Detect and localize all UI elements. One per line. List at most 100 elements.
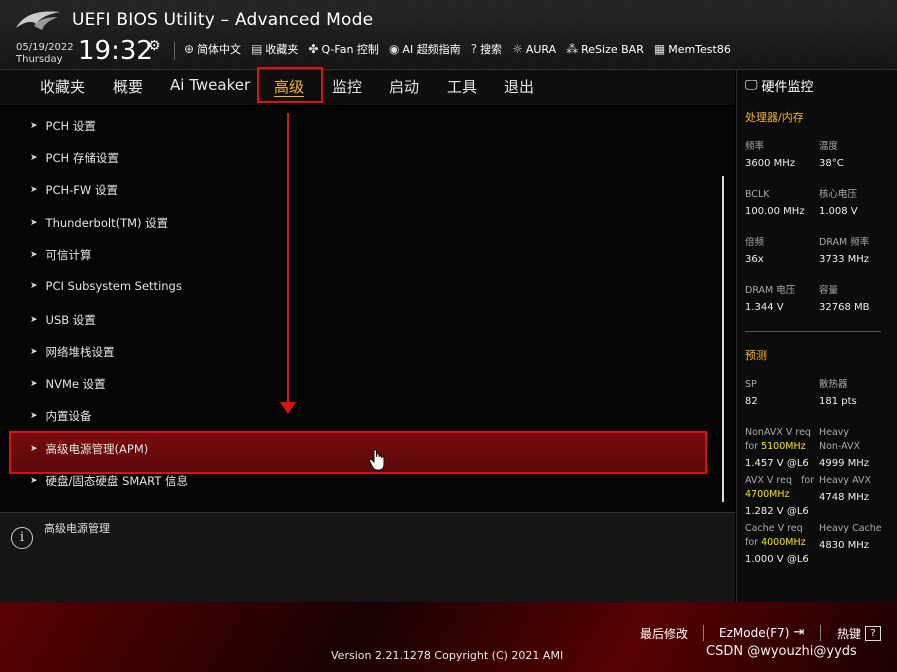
exit-arrow-icon: ⇥ — [793, 625, 805, 640]
menu-item-nvme[interactable]: ➤ NVMe 设置 — [30, 376, 106, 392]
menu-item-label: 内置设备 — [45, 409, 92, 423]
aura-button[interactable]: ☼ AURA — [512, 42, 556, 56]
resize-bar-label: ReSize BAR — [581, 42, 644, 56]
menu-item-label: Thunderbolt(TM) 设置 — [45, 216, 169, 230]
ai-overclock-icon: ◉ — [388, 42, 400, 56]
chevron-right-icon: ➤ — [30, 153, 38, 163]
memtest-button[interactable]: ▦ MemTest86 — [654, 42, 731, 56]
tab-exit[interactable]: 退出 — [504, 76, 534, 97]
core-voltage-label: 核心电压 — [819, 189, 858, 200]
chevron-right-icon: ➤ — [30, 315, 38, 325]
bclk-value: 100.00 MHz — [745, 206, 805, 217]
nonavx-value: 1.457 V @L6 — [745, 458, 809, 469]
version-text: Version 2.21.1278 Copyright (C) 2021 AMI — [331, 649, 564, 662]
gear-icon[interactable]: ⚙ — [148, 38, 161, 54]
tab-tool[interactable]: 工具 — [447, 76, 477, 97]
avx-for: for — [801, 475, 815, 486]
heavy-nonavx-value: 4999 MHz — [819, 458, 870, 469]
menu-item-onboard-devices[interactable]: ➤ 内置设备 — [30, 408, 92, 424]
tab-favorites[interactable]: 收藏夹 — [40, 76, 85, 97]
language-button[interactable]: ⊕ 简体中文 — [184, 41, 241, 57]
chevron-right-icon: ➤ — [30, 121, 38, 131]
watermark-text: CSDN @wyouzhi@yyds — [706, 644, 857, 659]
tab-monitor[interactable]: 监控 — [332, 76, 362, 97]
menu-item-smart-info[interactable]: ➤ 硬盘/固态硬盘 SMART 信息 — [30, 473, 188, 489]
menu-item-label: 硬盘/固态硬盘 SMART 信息 — [45, 474, 188, 488]
ai-overclock-label: AI 超频指南 — [402, 43, 461, 56]
aura-label: AURA — [525, 42, 557, 56]
dram-freq-value: 3733 MHz — [819, 254, 870, 265]
day-text: Thursday — [16, 54, 63, 65]
help-search-icon: ? — [470, 42, 478, 56]
menu-item-network-stack[interactable]: ➤ 网络堆栈设置 — [30, 344, 115, 360]
chevron-right-icon: ➤ — [30, 347, 38, 357]
cooler-value: 181 pts — [819, 396, 857, 407]
dram-freq-label: DRAM 频率 — [819, 237, 870, 248]
search-button[interactable]: ? 搜索 — [471, 41, 502, 57]
heavy-cache-label: Heavy Cache — [819, 523, 882, 534]
chevron-right-icon: ➤ — [30, 281, 38, 291]
menu-item-label: PCH 设置 — [45, 119, 96, 133]
header-divider — [174, 42, 175, 60]
nonavx-for-line: for 5100MHz — [745, 439, 806, 455]
resize-bar-button[interactable]: ⁂ ReSize BAR — [566, 42, 644, 56]
heavy-cache-value: 4830 MHz — [819, 540, 870, 551]
sp-label: SP — [745, 379, 757, 390]
monitor-icon: 🖵 — [745, 78, 758, 93]
question-key-icon: ? — [865, 626, 882, 641]
menu-item-pch[interactable]: ➤ PCH 设置 — [30, 118, 96, 134]
ratio-value: 36x — [745, 254, 764, 265]
tab-ai-tweaker[interactable]: Ai Tweaker — [170, 76, 250, 94]
tab-overview[interactable]: 概要 — [113, 76, 143, 97]
last-modified-button[interactable]: 最后修改 — [640, 625, 688, 642]
hotkeys-button[interactable]: 热键? — [837, 625, 882, 642]
cpu-freq-value: 3600 MHz — [745, 158, 796, 169]
menu-item-pch-storage[interactable]: ➤ PCH 存储设置 — [30, 150, 119, 166]
memtest-icon: ▦ — [653, 42, 666, 56]
cpu-temp-value: 38°C — [819, 158, 844, 169]
hw-monitor-title: 🖵 硬件监控 — [745, 76, 814, 95]
cache-for-line: for 4000MHz — [745, 535, 806, 551]
toolbar: ⊕ 简体中文 ▤ 收藏夹 ✤ Q-Fan 控制 ◉ AI 超频指南 ? 搜索 ☼ AURA … — [184, 41, 731, 57]
resize-bar-icon: ⁂ — [566, 42, 579, 56]
search-label: 搜索 — [480, 43, 503, 56]
favorites-icon: ▤ — [251, 42, 263, 56]
cooler-label: 散热器 — [819, 379, 848, 390]
help-text: 高级电源管理 — [44, 522, 110, 535]
globe-icon: ⊕ — [184, 42, 195, 56]
menu-item-trusted-computing[interactable]: ➤ 可信计算 — [30, 247, 92, 263]
favorites-button[interactable]: ▤ 收藏夹 — [251, 41, 298, 57]
ai-overclock-button[interactable]: ◉ AI 超频指南 — [389, 41, 461, 57]
menu-item-apm[interactable]: ➤ 高级电源管理(APM) — [30, 441, 148, 457]
prediction-section-title: 预测 — [745, 349, 767, 362]
nonavx-freq: 5100MHz — [761, 441, 806, 452]
chevron-right-icon: ➤ — [30, 444, 38, 454]
hotkeys-label: 热键 — [837, 627, 862, 641]
sp-value: 82 — [745, 396, 758, 407]
menu-item-pci-subsystem[interactable]: ➤ PCI Subsystem Settings — [30, 279, 182, 293]
help-panel — [0, 512, 735, 602]
menu-item-pch-fw[interactable]: ➤ PCH-FW 设置 — [30, 182, 118, 198]
ratio-label: 倍频 — [745, 237, 765, 248]
menu-item-label: PCH-FW 设置 — [45, 183, 118, 197]
heavy-nonavx-label2: Non-AVX — [819, 441, 861, 452]
app-title: UEFI BIOS Utility – Advanced Mode — [72, 10, 374, 30]
menu-item-usb[interactable]: ➤ USB 设置 — [30, 312, 96, 328]
tab-bar — [0, 70, 735, 105]
tab-boot[interactable]: 启动 — [389, 76, 419, 97]
date-display: 05/19/2022 Thursday — [16, 42, 74, 66]
cpu-memory-section-title: 处理器/内存 — [745, 111, 804, 124]
chevron-right-icon: ➤ — [30, 476, 38, 486]
menu-item-label: USB 设置 — [45, 313, 96, 327]
time-display: 19:32 — [78, 36, 153, 66]
menu-scrollbar[interactable] — [722, 176, 724, 502]
qfan-button[interactable]: ✤ Q-Fan 控制 — [308, 41, 379, 57]
avx-value: 1.282 V @L6 — [745, 506, 809, 517]
bclk-label: BCLK — [745, 189, 770, 200]
rog-logo — [16, 11, 60, 30]
menu-item-label: 可信计算 — [45, 248, 92, 262]
menu-item-label: PCI Subsystem Settings — [45, 279, 182, 293]
ezmode-button[interactable]: EzMode(F7) ⇥ — [719, 625, 804, 640]
menu-item-thunderbolt[interactable]: ➤ Thunderbolt(TM) 设置 — [30, 215, 168, 231]
annotation-arrow-head — [280, 402, 296, 414]
